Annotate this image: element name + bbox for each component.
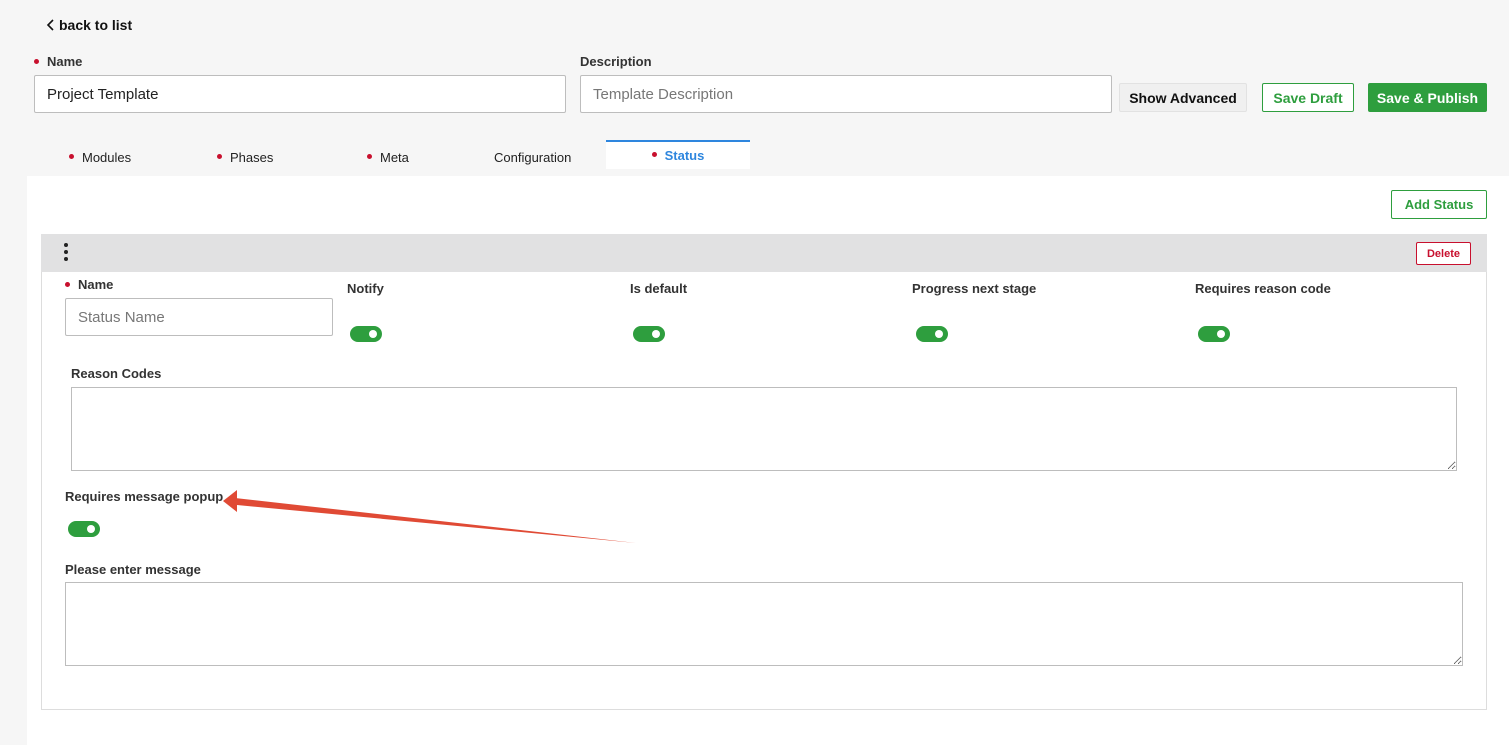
show-advanced-button[interactable]: Show Advanced bbox=[1119, 83, 1247, 112]
reason-codes-textarea[interactable] bbox=[71, 387, 1457, 471]
status-card-header bbox=[41, 234, 1487, 272]
back-to-list-label: back to list bbox=[59, 17, 133, 33]
tab-modules[interactable]: Modules bbox=[69, 146, 131, 168]
requires-message-popup-label: Requires message popup bbox=[65, 489, 224, 504]
requires-message-popup-toggle[interactable] bbox=[68, 521, 100, 537]
required-indicator bbox=[217, 153, 222, 159]
status-name-input[interactable] bbox=[65, 298, 333, 336]
requires-reason-code-toggle[interactable] bbox=[1198, 326, 1230, 342]
save-publish-button[interactable]: Save & Publish bbox=[1368, 83, 1487, 112]
notify-toggle[interactable] bbox=[350, 326, 382, 342]
notify-label: Notify bbox=[347, 281, 384, 296]
reason-codes-label: Reason Codes bbox=[71, 366, 162, 381]
add-status-button[interactable]: Add Status bbox=[1391, 190, 1487, 219]
progress-next-stage-label: Progress next stage bbox=[912, 281, 1037, 296]
chevron-left-icon bbox=[46, 19, 54, 31]
required-indicator bbox=[69, 153, 74, 159]
description-label: Description bbox=[580, 54, 652, 69]
required-indicator bbox=[65, 282, 70, 288]
required-indicator bbox=[651, 152, 657, 157]
message-label: Please enter message bbox=[65, 562, 201, 577]
tab-phases[interactable]: Phases bbox=[217, 146, 273, 168]
required-indicator bbox=[367, 153, 372, 159]
requires-reason-code-label: Requires reason code bbox=[1195, 281, 1331, 296]
required-indicator bbox=[34, 59, 39, 65]
delete-status-button[interactable]: Delete bbox=[1416, 242, 1471, 265]
status-name-label: Name bbox=[65, 277, 113, 292]
is-default-label: Is default bbox=[630, 281, 688, 296]
tab-status[interactable]: Status bbox=[606, 140, 750, 169]
back-to-list-link[interactable]: back to list bbox=[46, 17, 132, 33]
tab-configuration[interactable]: Configuration bbox=[494, 146, 571, 168]
template-name-label: Name bbox=[34, 54, 82, 69]
progress-next-stage-toggle[interactable] bbox=[916, 326, 948, 342]
message-textarea[interactable] bbox=[65, 582, 1463, 666]
save-draft-button[interactable]: Save Draft bbox=[1262, 83, 1354, 112]
description-input[interactable] bbox=[580, 75, 1112, 113]
more-options-icon[interactable] bbox=[63, 243, 69, 261]
is-default-toggle[interactable] bbox=[633, 326, 665, 342]
template-name-input[interactable] bbox=[34, 75, 566, 113]
annotation-arrow-icon bbox=[223, 490, 636, 543]
tab-meta[interactable]: Meta bbox=[367, 146, 409, 168]
